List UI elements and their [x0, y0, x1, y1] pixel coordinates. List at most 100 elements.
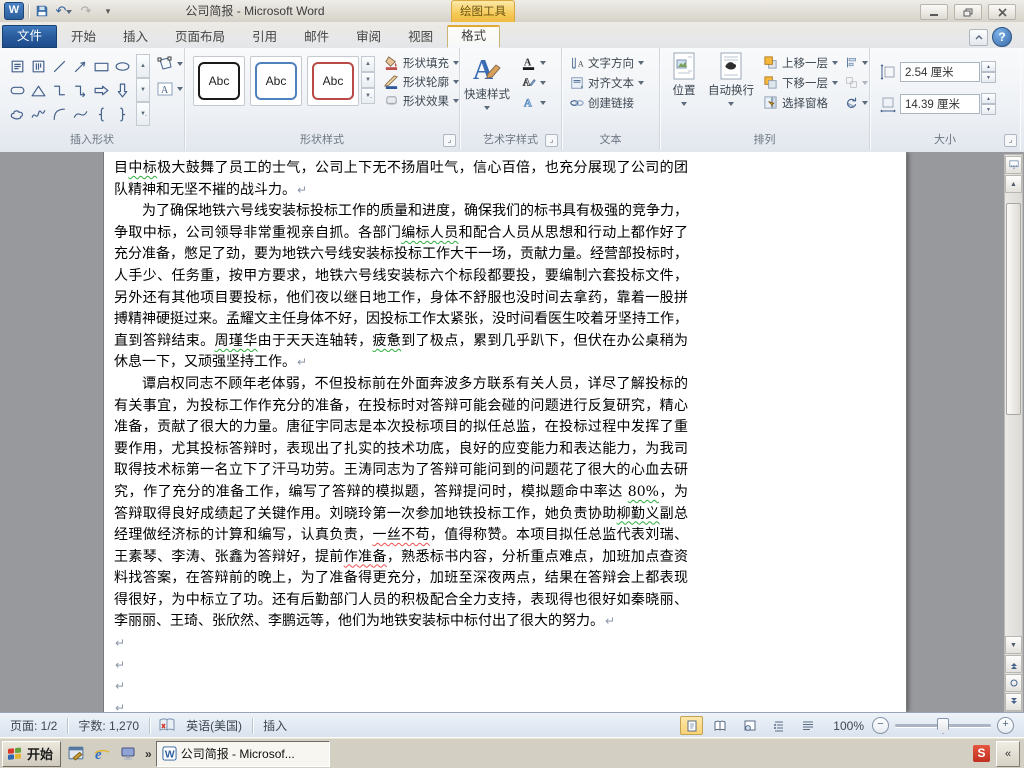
wordart-dialog-launcher[interactable]: ⌟	[545, 134, 558, 147]
document-line[interactable]: ↵	[114, 698, 688, 712]
shape-rounded-rectangle-icon[interactable]	[7, 78, 28, 102]
shape-elbow-connector-icon[interactable]	[49, 78, 70, 102]
page-indicator[interactable]: 页面: 1/2	[8, 717, 59, 734]
tab-审阅[interactable]: 审阅	[343, 26, 394, 48]
ruler-toggle-button[interactable]	[1005, 156, 1022, 174]
styles-scroll-up[interactable]: ▲	[361, 56, 375, 72]
shape-arrow-icon[interactable]	[70, 54, 91, 78]
insert-mode-indicator[interactable]: 插入	[261, 717, 289, 734]
shape-triangle-icon[interactable]	[28, 78, 49, 102]
document-line[interactable]: 目中标极大鼓舞了员工的士气，公司上下无不扬眉吐气，信心百倍，也充分展现了公司的团	[114, 158, 688, 180]
shape-left-brace-icon[interactable]	[91, 102, 112, 126]
shape-cloud-icon[interactable]	[7, 102, 28, 126]
styles-more-button[interactable]: ▼̱	[361, 88, 375, 104]
input-method-tray-icon[interactable]: S	[973, 745, 990, 762]
word-logo-icon[interactable]: W	[4, 2, 24, 20]
tab-页面布局[interactable]: 页面布局	[162, 26, 238, 48]
taskbar-item-word[interactable]: W 公司简报 - Microsof...	[155, 740, 330, 767]
shape-vertical-text-box-icon[interactable]	[28, 54, 49, 78]
shape-right-brace-icon[interactable]	[112, 102, 133, 126]
tab-引用[interactable]: 引用	[239, 26, 290, 48]
vertical-scrollbar[interactable]: ▲ ▼	[1004, 154, 1023, 712]
dropdown-icon[interactable]	[832, 61, 838, 68]
zoom-out-button[interactable]: −	[872, 717, 889, 734]
send-backward-button[interactable]: 下移一层	[760, 73, 841, 92]
document-line[interactable]: ↵	[114, 633, 688, 655]
document-line[interactable]: 取得技术标第一名立下了汗马功劳。王涛同志为了答辩可能问到的问题花了很大的心血去研	[114, 460, 688, 482]
zoom-slider-handle[interactable]	[937, 718, 949, 734]
select-browse-object-button[interactable]	[1005, 674, 1022, 692]
size-dialog-launcher[interactable]: ⌟	[1004, 134, 1017, 147]
quick-launch-item-1[interactable]	[65, 743, 87, 765]
width-decrease-button[interactable]: ▼	[981, 104, 996, 115]
shape-effects-button[interactable]: 形状效果	[381, 91, 462, 110]
shape-elbow-arrow-icon[interactable]	[70, 78, 91, 102]
shape-style-preset-2[interactable]: Abc	[250, 56, 302, 106]
dropdown-icon[interactable]	[638, 81, 644, 88]
save-button[interactable]	[33, 3, 51, 19]
dropdown-icon[interactable]	[453, 99, 459, 106]
document-line[interactable]: 直到答辩结束。周瑾华由于天天连轴转，疲惫到了极点，累到几乎趴下，但伏在办公桌稍为	[114, 331, 688, 353]
dropdown-icon[interactable]	[832, 81, 838, 88]
dropdown-icon[interactable]	[728, 102, 734, 109]
shape-text-box-icon[interactable]	[7, 54, 28, 78]
draw-text-box-button[interactable]: A	[154, 79, 186, 98]
tab-邮件[interactable]: 邮件	[291, 26, 342, 48]
dropdown-icon[interactable]	[453, 61, 459, 68]
quick-styles-button[interactable]: A 快速样式	[464, 52, 510, 128]
create-link-button[interactable]: 创建链接	[567, 93, 647, 112]
tab-开始[interactable]: 开始	[58, 26, 109, 48]
dropdown-icon[interactable]	[862, 61, 868, 68]
tray-collapse-button[interactable]: «	[996, 740, 1020, 767]
shape-width-input[interactable]	[900, 94, 980, 114]
styles-scroll-down[interactable]: ▼	[361, 72, 375, 88]
full-screen-reading-view-button[interactable]	[709, 716, 732, 735]
tab-视图[interactable]: 视图	[395, 26, 446, 48]
document-line[interactable]: 经理做经济标的计算和编写，认真负责，一丝不苟，值得称赞。本项目拟任总监代表刘瑞、	[114, 525, 688, 547]
restore-button[interactable]	[954, 4, 982, 20]
document-line[interactable]: 休息一下，又顽强坚持工作。↵	[114, 352, 688, 374]
document-line[interactable]: 充分准备，憋足了劲，要为地铁六号线安装标投标工作大干一场，贡献力量。经营部投标时…	[114, 244, 688, 266]
dropdown-icon[interactable]	[453, 80, 459, 87]
align-text-button[interactable]: 对齐文本	[567, 73, 647, 92]
selection-pane-button[interactable]: 选择窗格	[760, 93, 841, 112]
document-line[interactable]: 有关事宜，为投标工作作充分的准备，在投标时对答辩可能会碰的问题进行反复研究，精心	[114, 396, 688, 418]
language-indicator[interactable]: 英语(美国)	[184, 717, 244, 734]
document-line[interactable]: 料找答案，在答辩前的晚上，为了准备得更充分，加班至深夜两点，结果在答辩会上都表现	[114, 568, 688, 590]
print-layout-view-button[interactable]	[680, 716, 704, 735]
text-effects-button[interactable]: A	[518, 93, 549, 112]
shape-height-input[interactable]	[900, 62, 980, 82]
document-line[interactable]: 究，作了充分的准备工作，编写了答辩的模拟题，答辩提问时，模拟题命中率达 80%，…	[114, 482, 688, 504]
tab-插入[interactable]: 插入	[110, 26, 161, 48]
scrollbar-thumb[interactable]	[1006, 203, 1021, 415]
document-line[interactable]: ↵	[114, 676, 688, 698]
document-line[interactable]: 谭启权同志不顾年老体弱，不但投标前在外面奔波多方联系有关人员，详尽了解投标的	[114, 374, 688, 396]
align-objects-button[interactable]	[842, 53, 871, 72]
document-line[interactable]: 准备，贡献了很大的力量。唐征宇同志是本次投标项目的拟任总监，在投标过程中发挥了重	[114, 417, 688, 439]
document-line[interactable]: 搏精神硬挺过来。孟耀文主任身体不好，因投标工作太紧张，没时间看医生咬着牙坚持工作…	[114, 309, 688, 331]
scroll-up-button[interactable]: ▲	[1005, 175, 1022, 193]
collapse-ribbon-button[interactable]	[969, 29, 988, 46]
document-line[interactable]: 人手少、任务重，按甲方要求，地铁六号线安装标六个标段都要投，要编制六套投标文件，	[114, 266, 688, 288]
shape-right-arrow-icon[interactable]	[91, 78, 112, 102]
shape-rectangle-icon[interactable]	[91, 54, 112, 78]
word-count[interactable]: 字数: 1,270	[76, 717, 141, 734]
dropdown-icon[interactable]	[638, 61, 644, 68]
shape-oval-icon[interactable]	[112, 54, 133, 78]
wrap-text-button[interactable]: 自动换行	[706, 52, 756, 128]
shape-outline-button[interactable]: 形状轮廓	[381, 72, 462, 91]
gallery-scroll-down[interactable]: ▼	[136, 78, 150, 102]
document-line[interactable]: 争取中标，公司领导非常重视亲自抓。各部门编标人员和配合人员从思想和行动上都作好了	[114, 223, 688, 245]
zoom-in-button[interactable]: +	[997, 717, 1014, 734]
dropdown-icon[interactable]	[540, 61, 546, 68]
next-page-button[interactable]	[1005, 693, 1022, 711]
shape-curve-icon[interactable]	[70, 102, 91, 126]
shape-arc-icon[interactable]	[49, 102, 70, 126]
document-line[interactable]: 得很好，为中标立了功。还有后勤部门人员的积极配合全力支持，表现得也很好如秦晓丽、	[114, 590, 688, 612]
quick-launch-overflow-chevron[interactable]: »	[145, 747, 152, 761]
zoom-slider-track[interactable]	[895, 718, 991, 734]
shape-style-preset-3[interactable]: Abc	[307, 56, 359, 106]
text-outline-button[interactable]: A	[518, 73, 549, 92]
zoom-level[interactable]: 100%	[831, 719, 866, 733]
rotate-objects-button[interactable]	[842, 93, 871, 112]
